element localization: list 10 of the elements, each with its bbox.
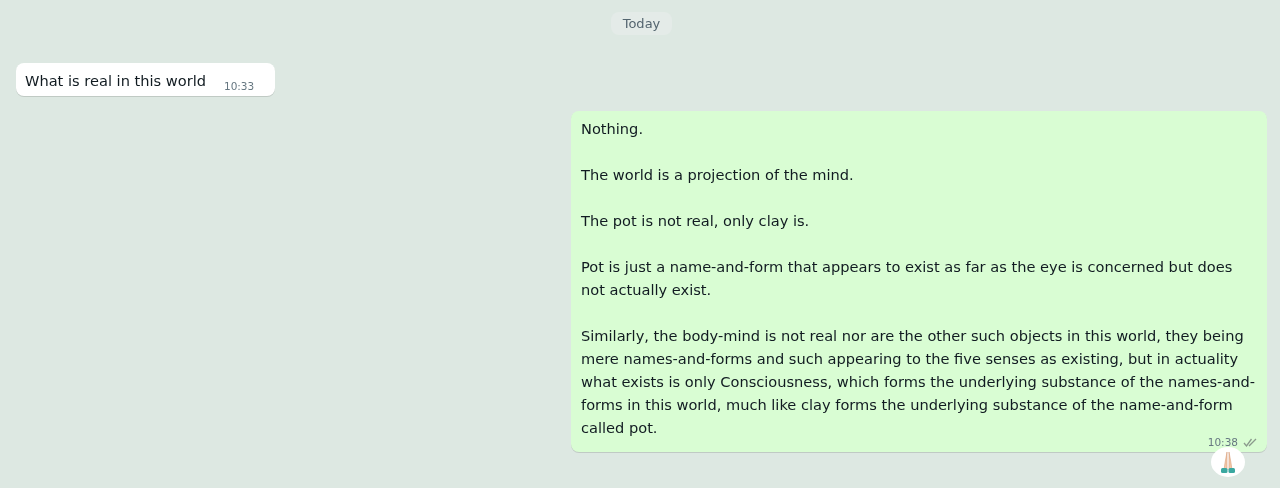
- praying-hands-icon[interactable]: [1210, 446, 1246, 478]
- date-chip: Today: [610, 12, 673, 35]
- message-text: What is real in this world: [25, 71, 206, 91]
- message-text: Nothing.: [581, 119, 645, 139]
- message-text: The world is a projection of the mind.: [581, 165, 855, 185]
- message-text: The pot is not real, only clay is.: [581, 211, 811, 231]
- message-time: 10:38: [1207, 436, 1238, 448]
- message-text: Similarly, the body-mind is not real nor are the other such objects in this world, they being mere names-and-forms and such appearing to the five senses as existing, but in actuality what exists is only Consciousness, which forms the underlying substance of the names-and-forms in this world, much like clay forms the underlying substance of the name-and-form called pot.: [581, 326, 1256, 438]
- message-time: 10:33: [223, 80, 255, 92]
- message-text: Pot is just a name-and-form that appears to exist as far as the eye is concerned but does not actually exist.: [581, 257, 1234, 300]
